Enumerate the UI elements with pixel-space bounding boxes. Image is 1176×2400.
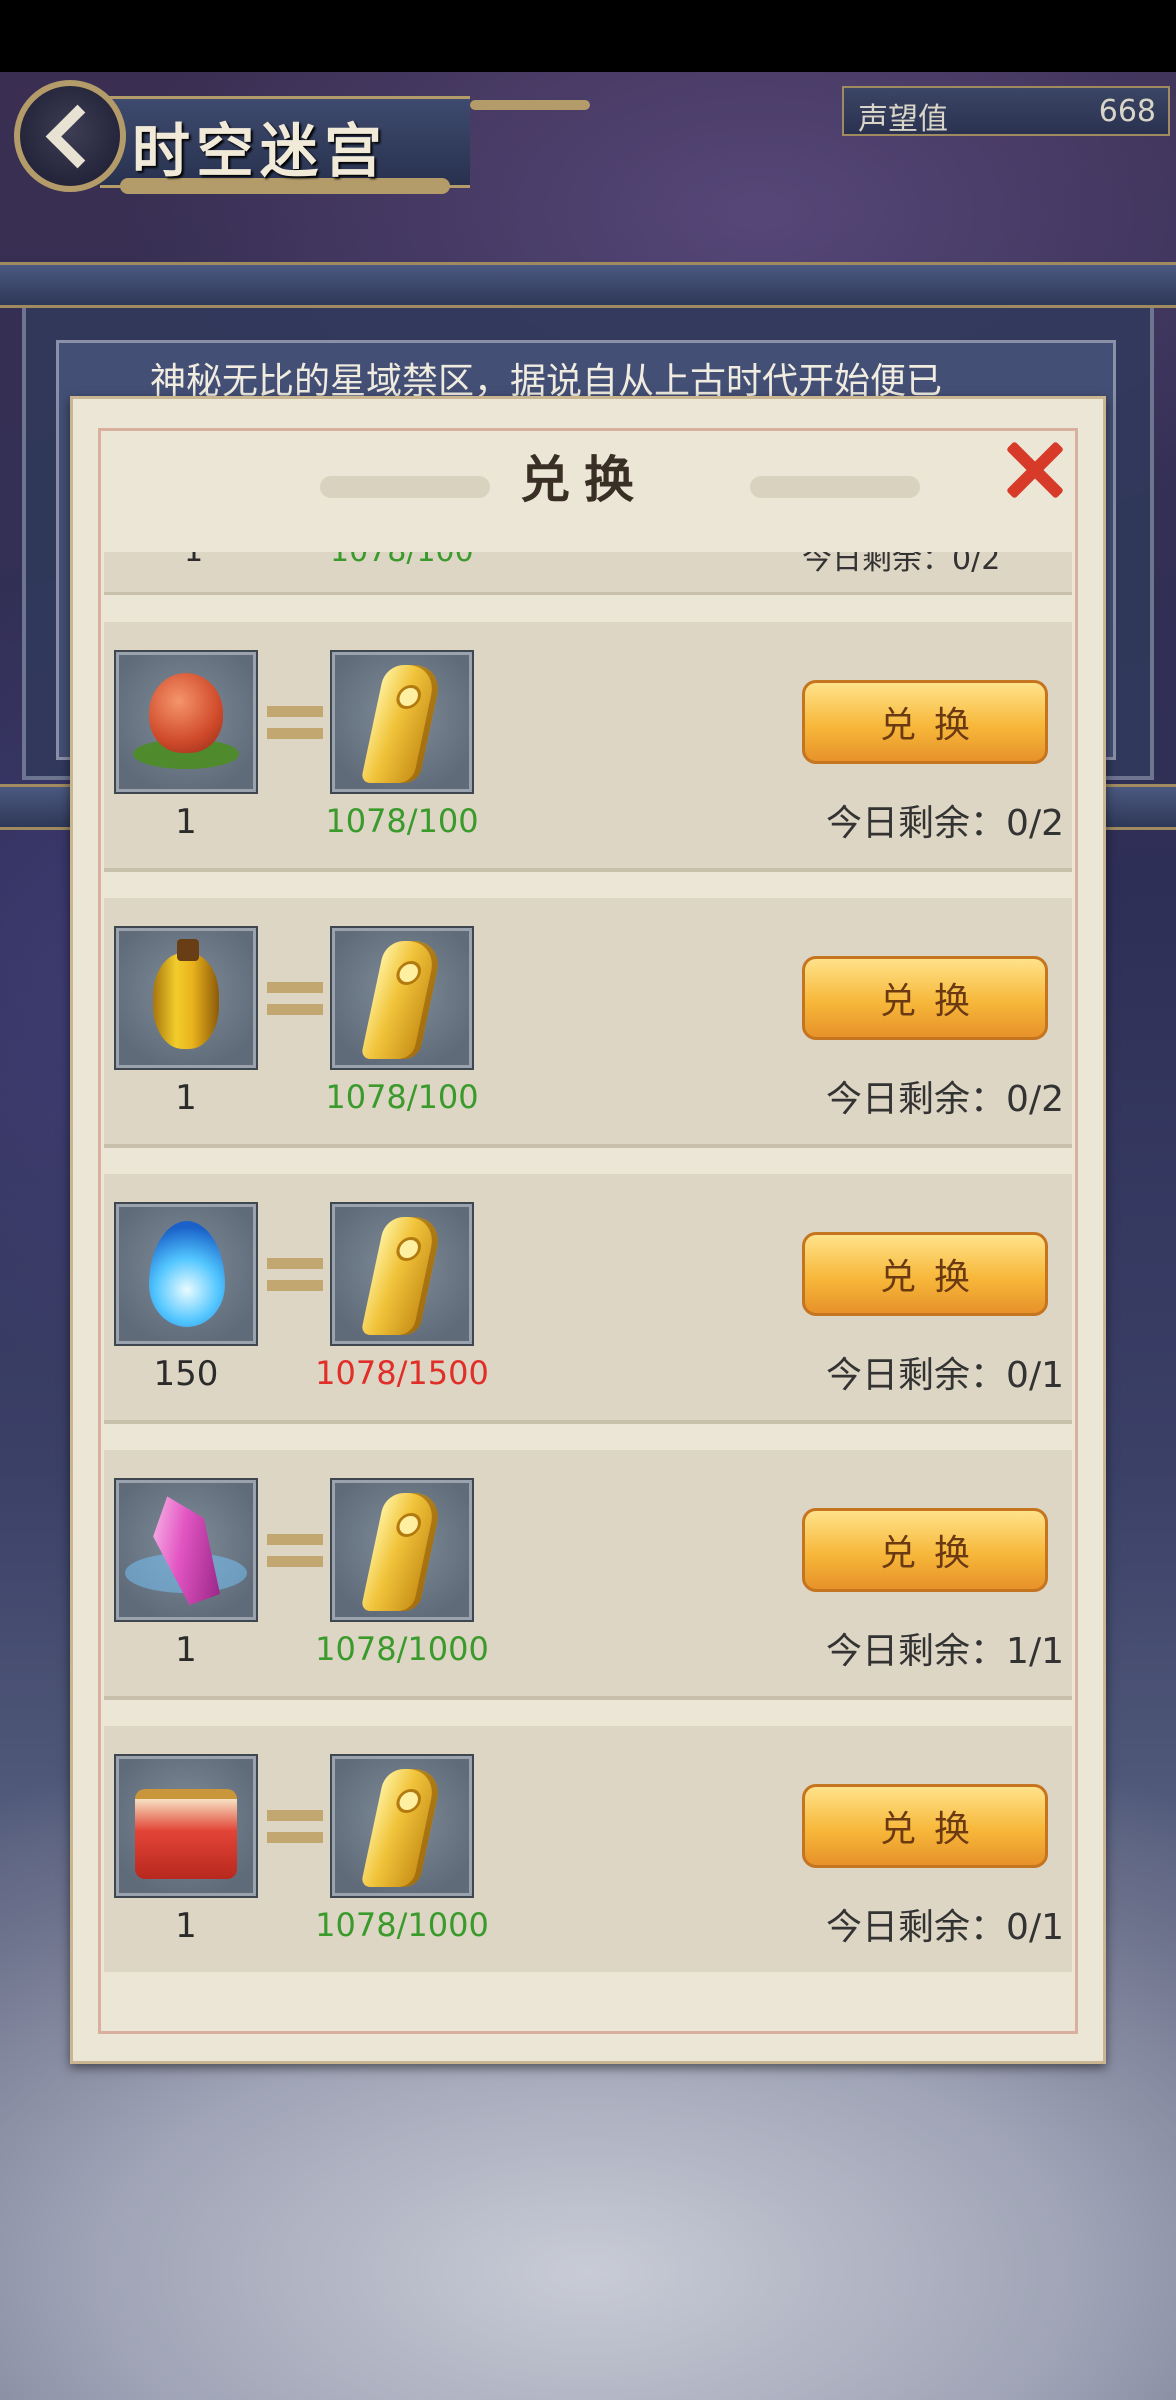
item-quantity: 150 — [153, 1354, 219, 1394]
item-quantity: 1 — [175, 1078, 197, 1118]
title-ornament — [470, 100, 590, 110]
blue-flame-icon — [119, 1207, 253, 1341]
list-item-partial: 1 1078/100 今日剩余：0/2 — [104, 552, 1072, 595]
daily-remaining: 今日剩余：0/1 — [826, 1355, 1064, 1396]
title-decoration-left — [320, 476, 490, 498]
gold-token-icon — [335, 1207, 469, 1341]
dialog-title: 兑换 — [520, 450, 648, 509]
exchange-list[interactable]: 1 1078/100 今日剩余：0/2 1 1078/100 兑换 今日剩余：0… — [104, 552, 1072, 1972]
reward-slot[interactable] — [114, 926, 258, 1070]
equals-icon — [267, 982, 323, 1016]
gold-token-icon — [335, 655, 469, 789]
owned-count: 1078/1000 — [315, 1630, 489, 1668]
exchange-button[interactable]: 兑换 — [802, 680, 1048, 764]
gold-token-icon — [335, 1759, 469, 1893]
daily-remaining: 今日剩余：0/1 — [826, 1907, 1064, 1948]
gold-token-icon — [335, 931, 469, 1065]
red-scroll-icon — [119, 1759, 253, 1893]
daily-remaining: 今日剩余：0/2 — [802, 552, 1001, 577]
item-quantity: 1 — [175, 802, 197, 842]
panel-frame-top — [0, 262, 1176, 308]
cost-slot[interactable] — [330, 1202, 474, 1346]
cost-slot[interactable] — [330, 926, 474, 1070]
golden-fruit-icon — [119, 931, 253, 1065]
list-item: 1 1078/100 兑换 今日剩余：0/2 — [104, 898, 1072, 1148]
cost-slot[interactable] — [330, 1478, 474, 1622]
equals-icon — [267, 1534, 323, 1568]
owned-count: 1078/100 — [330, 552, 474, 569]
exchange-button[interactable]: 兑换 — [802, 1232, 1048, 1316]
item-quantity: 1 — [184, 552, 203, 569]
prestige-label: 声望值 — [858, 102, 948, 137]
pink-crystal-icon — [119, 1483, 253, 1617]
item-quantity: 1 — [175, 1630, 197, 1670]
prestige-display: 声望值 668 — [842, 86, 1170, 137]
daily-remaining: 今日剩余：0/2 — [826, 1079, 1064, 1120]
title-decoration-right — [750, 476, 920, 498]
equals-icon — [267, 706, 323, 740]
back-button[interactable] — [14, 80, 126, 192]
list-item: 1 1078/100 兑换 今日剩余：0/2 — [104, 622, 1072, 872]
reward-slot[interactable] — [114, 1478, 258, 1622]
daily-remaining: 今日剩余：0/2 — [826, 803, 1064, 844]
page-title: 时空迷宫 — [132, 117, 389, 185]
close-button[interactable] — [996, 432, 1072, 508]
item-quantity: 1 — [175, 1906, 197, 1946]
prestige-value: 668 — [1098, 94, 1156, 129]
owned-count: 1078/1500 — [315, 1354, 489, 1392]
list-item: 1 1078/1000 兑换 今日剩余：1/1 — [104, 1450, 1072, 1700]
cost-slot[interactable] — [330, 650, 474, 794]
equals-icon — [267, 1258, 323, 1292]
chevron-left-icon — [45, 104, 109, 168]
peach-icon — [119, 655, 253, 789]
reward-slot[interactable] — [114, 650, 258, 794]
status-bar — [0, 0, 1176, 72]
exchange-button[interactable]: 兑换 — [802, 1508, 1048, 1592]
owned-count: 1078/100 — [325, 802, 479, 840]
reward-slot[interactable] — [114, 1754, 258, 1898]
daily-remaining: 今日剩余：1/1 — [826, 1631, 1064, 1672]
equals-icon — [267, 1810, 323, 1844]
reward-slot[interactable] — [114, 1202, 258, 1346]
exchange-button[interactable]: 兑换 — [802, 956, 1048, 1040]
owned-count: 1078/100 — [325, 1078, 479, 1116]
owned-count: 1078/1000 — [315, 1906, 489, 1944]
gold-token-icon — [335, 1483, 469, 1617]
cost-slot[interactable] — [330, 1754, 474, 1898]
list-item: 150 1078/1500 兑换 今日剩余：0/1 — [104, 1174, 1072, 1424]
exchange-button[interactable]: 兑换 — [802, 1784, 1048, 1868]
list-item: 1 1078/1000 兑换 今日剩余：0/1 — [104, 1726, 1072, 1972]
